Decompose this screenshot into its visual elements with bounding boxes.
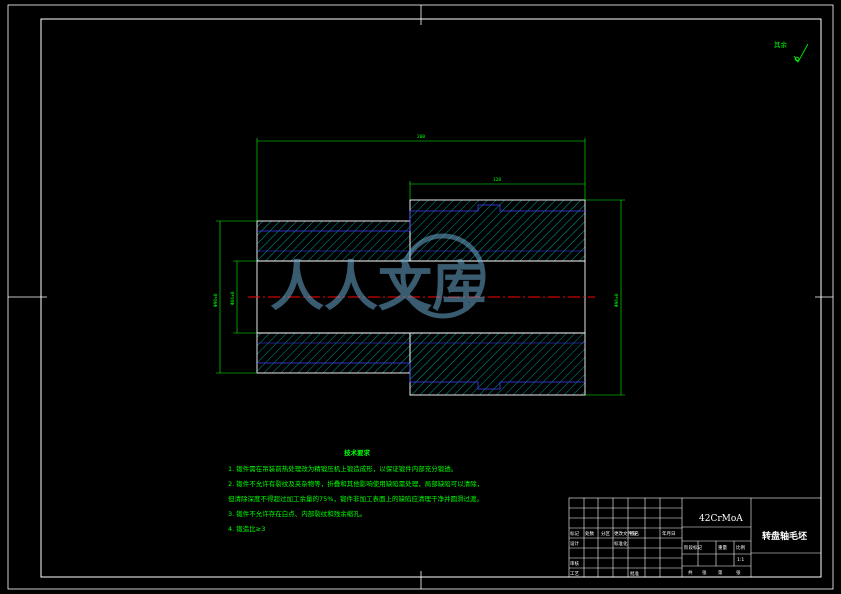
tb-label-approve: 批准 — [630, 570, 639, 577]
tb-part-name: 转盘轴毛坯 — [762, 530, 807, 542]
dim-step-length — [409, 181, 585, 200]
tb-label-mark: 标记 — [570, 530, 579, 537]
roughness-note: 其余 — [774, 40, 788, 49]
tb-label-design: 设计 — [570, 540, 579, 547]
tb-label-standardize: 标准化 — [614, 540, 628, 547]
tb-label-weight: 重量 — [718, 544, 727, 551]
tech-requirement-3: 3. 锻件不允许存在白点、内部裂纹和残余缩孔。 — [228, 509, 366, 518]
tb-label-process: 工艺 — [570, 571, 579, 577]
cad-drawing: 其余 200 120 Φ90±0 Φ66±0 Φ96±0 人人文库 技术要求 1… — [7, 4, 834, 590]
tb-label-review: 审核 — [570, 560, 579, 567]
roughness-symbol-icon — [793, 43, 809, 63]
dim-left-outer-diameter-text: Φ90±0 — [213, 293, 219, 307]
tb-label-date: 年月日 — [662, 530, 676, 537]
dim-overall-length-text: 200 — [417, 134, 425, 140]
upper-wall-right — [409, 199, 586, 262]
dim-inner-diameter-text: Φ66±0 — [230, 291, 236, 305]
tb-label-count: 处数 — [585, 530, 594, 537]
lower-wall-right — [409, 332, 586, 396]
tb-material: 42CrMoA — [699, 514, 743, 524]
tb-label-page: 第 — [718, 569, 723, 576]
tb-label-page-sheet: 张 — [736, 569, 741, 576]
lower-wall-left — [256, 332, 411, 374]
tb-label-sheet: 张 — [702, 569, 707, 576]
tech-requirements-title: 技术要求 — [344, 448, 371, 457]
tb-label-stage-mark: 阶段标记 — [684, 544, 702, 551]
tb-label-scale: 比例 — [736, 544, 745, 551]
tech-requirement-1: 1. 锻件需在吊装前热处理改为精锻压机上锻造成形，以保证锻件内部充分锻透。 — [228, 464, 457, 473]
tech-requirement-2: 2. 锻件不允许有裂纹及夹杂物等，折叠和其他影响使用缺陷需处理，局部缺陷可以清除… — [228, 479, 483, 488]
dim-step-length-text: 120 — [493, 177, 501, 183]
tb-scale-value: 1:1 — [737, 557, 744, 563]
dim-right-outer-diameter-text: Φ96±0 — [614, 293, 620, 307]
tech-requirement-2b: 但清除深度不得超过加工余量的75%，锻件非加工表面上的缺陷应清理干净并圆滑过渡。 — [228, 494, 483, 503]
svg-text:人人文库: 人人文库 — [270, 255, 486, 318]
tb-label-zone: 分区 — [601, 530, 610, 537]
tech-requirement-4: 4. 锻造比≥3 — [228, 524, 265, 533]
tb-label-total: 共 — [688, 569, 693, 576]
tb-label-signature: 签名 — [630, 530, 639, 537]
